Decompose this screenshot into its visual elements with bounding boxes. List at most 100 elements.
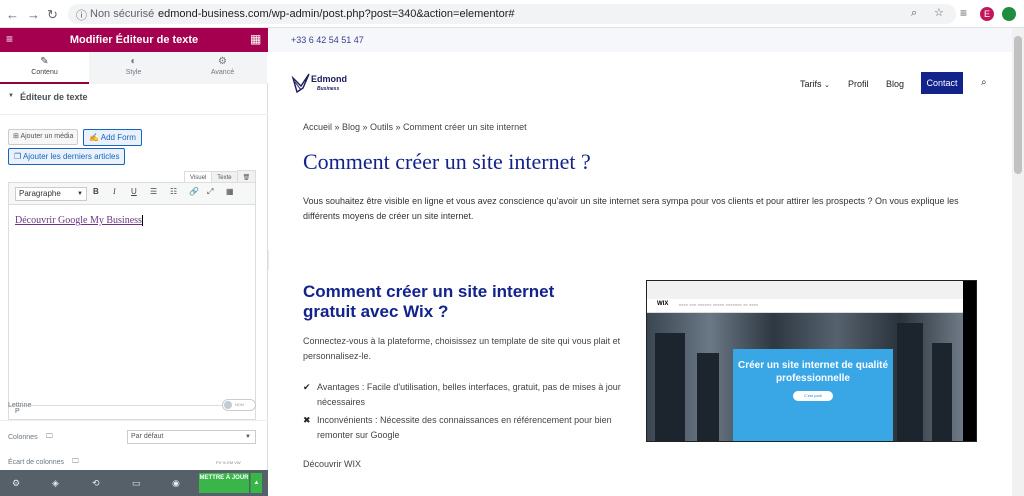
extension-icon[interactable] <box>1002 7 1016 21</box>
bold-icon[interactable]: B <box>93 187 99 196</box>
intro-paragraph: Vous souhaitez être visible en ligne et … <box>303 196 959 221</box>
back-icon[interactable]: ← <box>6 7 19 22</box>
building <box>655 333 685 441</box>
page-preview: +33 6 42 54 51 47 Edmond Business Tarifs… <box>269 28 1012 496</box>
site-topbar: +33 6 42 54 51 47 <box>269 28 1012 52</box>
logo-sub: Business <box>317 86 340 92</box>
pencil-icon: ✎ <box>40 56 49 67</box>
divider <box>0 114 268 115</box>
search-icon[interactable]: ⌕ <box>981 77 987 88</box>
settings-icon[interactable]: ⚙ <box>12 478 20 489</box>
form-pen-icon: ✍ <box>89 133 99 142</box>
image-hero-card: Créer un site internet de qualité profes… <box>733 349 893 441</box>
tab-content-label: Contenu <box>31 69 58 76</box>
editor-content[interactable]: Découvrir Google My Business <box>15 215 143 227</box>
widgets-grid-icon[interactable]: ▦ <box>250 32 261 46</box>
panel-header: ≡ Modifier Éditeur de texte ▦ <box>0 28 268 52</box>
wix-logo: WIX <box>657 301 669 307</box>
panel-footer: ⚙ ◈ ⟲ ▭ ◉ METTRE À JOUR ▲ <box>0 470 268 496</box>
breadcrumb[interactable]: Accueil » Blog » Outils » Comment créer … <box>303 122 527 132</box>
underline-icon[interactable]: U <box>131 187 137 196</box>
editor-path: P <box>9 405 255 419</box>
preview-eye-icon[interactable]: ◉ <box>172 478 180 489</box>
section-paragraph: Connectez-vous à la plateforme, choisiss… <box>303 336 621 361</box>
security-label: Non sécurisé <box>90 8 155 20</box>
divider <box>0 420 268 421</box>
responsive-icon[interactable]: ▭ <box>132 478 141 489</box>
forward-icon[interactable]: → <box>27 7 40 22</box>
image-wix-nav: WIX ━━━━ ━━━ ━━━━━━ ━━━━━ ━━━━━━━ ━━ ━━━… <box>647 299 976 313</box>
toolbar-toggle-icon[interactable]: ▦ <box>226 187 234 196</box>
check-icon: ✔ <box>303 382 311 392</box>
numbered-list-icon[interactable]: ☷ <box>170 187 177 196</box>
articles-icon: ❐ <box>14 152 22 161</box>
image-browser-chrome <box>647 281 976 299</box>
tab-style[interactable]: ◐ Style <box>89 52 178 84</box>
reading-list-icon[interactable]: ≡ <box>960 6 967 20</box>
update-button[interactable]: METTRE À JOUR <box>199 473 249 493</box>
text-editor[interactable]: Paragraphe ▼ B I U ☰ ☷ 🔗 ⤢ ▦ Découvrir G… <box>8 182 256 420</box>
column-gap-label: Écart de colonnes <box>8 459 65 466</box>
section-heading: Comment créer un site internet gratuit a… <box>303 282 555 321</box>
section-toggle[interactable]: ▼ Éditeur de texte <box>0 92 268 102</box>
add-form-button[interactable]: ✍ Add Form <box>83 129 142 146</box>
drawbacks-item: ✖ Inconvénients : Nécessite des connaiss… <box>303 413 633 443</box>
columns-select[interactable]: Par défaut ▼ <box>127 430 256 444</box>
building <box>897 323 923 441</box>
media-icon: ⊞ <box>13 133 19 140</box>
chevron-down-icon: ⌄ <box>824 82 830 89</box>
add-form-label: Add Form <box>100 133 136 142</box>
section-title: Éditeur de texte <box>20 92 88 102</box>
menu-item-profil[interactable]: Profil <box>848 79 869 89</box>
phone-number[interactable]: +33 6 42 54 51 47 <box>291 35 364 45</box>
menu-item-blog[interactable]: Blog <box>886 79 904 89</box>
elementor-panel: ≡ Modifier Éditeur de texte ▦ ✎ Contenu … <box>0 28 268 496</box>
address-bar[interactable]: ⓘ Non sécurisé edmond-business.com/wp-ad… <box>68 4 956 24</box>
discover-wix-link[interactable]: Découvrir WIX <box>303 459 361 469</box>
desktop-icon[interactable]: 🖵 <box>72 458 79 466</box>
dropcap-toggle[interactable]: NON <box>222 399 256 411</box>
profile-avatar[interactable]: E <box>980 7 994 21</box>
unit-switcher[interactable]: PX % EM VW <box>216 460 241 465</box>
tab-advanced[interactable]: ⚙ Avancé <box>178 52 267 84</box>
bullet-list-icon[interactable]: ☰ <box>150 187 157 196</box>
image-edge <box>963 281 976 441</box>
history-icon[interactable]: ⟲ <box>92 478 100 489</box>
add-media-label: Ajouter un média <box>20 133 74 140</box>
caret-down-icon: ▼ <box>8 93 14 99</box>
reload-icon[interactable]: ↻ <box>47 7 58 23</box>
info-icon[interactable]: ⓘ <box>76 7 87 23</box>
panel-title: Modifier Éditeur de texte <box>69 34 199 46</box>
editor-content-link[interactable]: Découvrir Google My Business <box>15 215 142 226</box>
add-media-button[interactable]: ⊞ Ajouter un média <box>8 129 79 145</box>
desktop-icon[interactable]: 🖵 <box>46 433 53 441</box>
columns-label: Colonnes <box>8 434 38 441</box>
link-icon[interactable]: 🔗 <box>189 187 199 196</box>
browser-toolbar: ← → ↻ ⓘ Non sécurisé edmond-business.com… <box>0 0 1024 28</box>
editor-toolbar: Paragraphe ▼ B I U ☰ ☷ 🔗 ⤢ ▦ <box>9 183 255 205</box>
bird-logo-icon <box>291 73 310 94</box>
panel-tabs: ✎ Contenu ◐ Style ⚙ Avancé <box>0 52 268 84</box>
menu-item-tarifs[interactable]: Tarifs ⌄ <box>800 79 830 89</box>
bookmark-star-icon[interactable]: ☆ <box>934 6 944 19</box>
scrollbar-thumb[interactable] <box>1014 36 1022 174</box>
contact-button[interactable]: Contact <box>921 72 963 94</box>
add-articles-button[interactable]: ❐ Ajouter les derniers articles <box>8 148 126 165</box>
toggle-knob <box>224 401 232 409</box>
fullscreen-icon[interactable]: ⤢ <box>207 187 213 197</box>
building <box>697 353 719 441</box>
columns-select-value: Par défaut <box>131 433 164 440</box>
url-text[interactable]: edmond-business.com/wp-admin/post.php?po… <box>158 8 515 20</box>
italic-icon[interactable]: I <box>113 187 116 196</box>
image-cta: C'est parti <box>793 391 833 401</box>
site-logo[interactable]: Edmond Business <box>291 72 347 101</box>
menu-label: Tarifs <box>800 79 822 89</box>
wix-screenshot-image: WIX ━━━━ ━━━ ━━━━━━ ━━━━━ ━━━━━━━ ━━ ━━━… <box>646 280 977 442</box>
image-nav-links: ━━━━ ━━━ ━━━━━━ ━━━━━ ━━━━━━━ ━━ ━━━━ <box>679 303 759 307</box>
update-options-icon[interactable]: ▲ <box>250 473 262 493</box>
navigator-icon[interactable]: ◈ <box>52 478 59 489</box>
format-select[interactable]: Paragraphe ▼ <box>15 187 87 201</box>
text-cursor <box>141 215 143 227</box>
tab-content[interactable]: ✎ Contenu <box>0 52 89 84</box>
zoom-icon[interactable]: ⌕ <box>911 7 917 20</box>
